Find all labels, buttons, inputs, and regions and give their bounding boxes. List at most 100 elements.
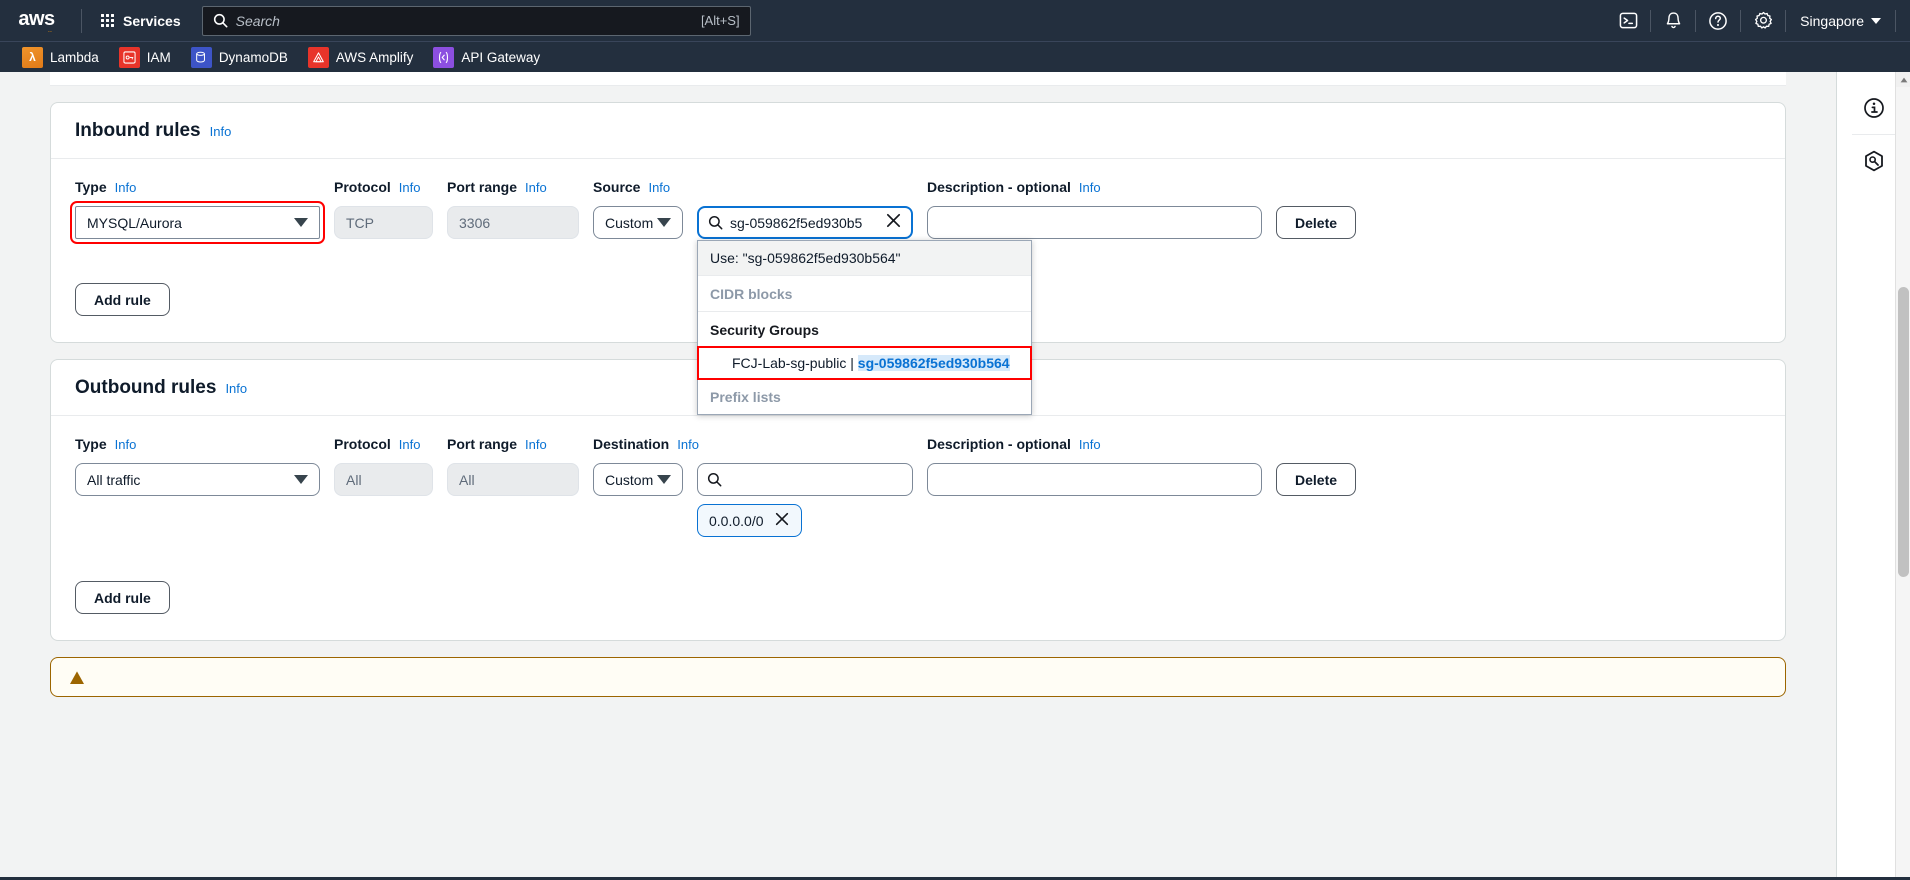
inbound-rules-info-link[interactable]: Info	[210, 124, 232, 139]
outbound-protocol-value: All	[346, 471, 362, 488]
column-label: Description - optional	[927, 179, 1071, 195]
outbound-type-select[interactable]: All traffic	[75, 463, 320, 496]
inbound-source-search-input[interactable]: sg-059862f5ed930b5	[697, 206, 913, 239]
outbound-description-input[interactable]	[927, 463, 1262, 496]
inbound-col-port-range: Port range Info	[447, 179, 579, 206]
inbound-port-range-field: 3306	[447, 206, 579, 239]
security-group-separator: |	[850, 355, 854, 371]
scrollbar-thumb[interactable]	[1898, 287, 1909, 577]
outbound-col-description: Description - optional Info	[927, 436, 1262, 463]
region-selector[interactable]: Singapore	[1786, 0, 1895, 41]
previous-card-clipped	[50, 72, 1786, 86]
aws-logo[interactable]: aws	[14, 6, 59, 36]
search-icon	[708, 215, 723, 230]
outbound-col-protocol: Protocol Info	[334, 436, 433, 463]
protocol-info-link[interactable]: Info	[399, 180, 421, 195]
nav-right-group: Singapore	[1606, 0, 1896, 41]
shortcut-label: API Gateway	[461, 49, 541, 65]
column-label: Protocol	[334, 179, 391, 195]
inbound-type-select[interactable]: MYSQL/Aurora	[70, 201, 325, 244]
outbound-col-type: Type Info	[75, 436, 320, 463]
shortcut-dynamodb[interactable]: DynamoDB	[183, 44, 296, 71]
dropdown-item-security-group[interactable]: FCJ-Lab-sg-public | sg-059862f5ed930b564	[697, 346, 1032, 380]
inbound-rules-title: Inbound rules	[75, 120, 201, 141]
remove-token-icon[interactable]	[774, 511, 790, 530]
chevron-down-icon	[657, 475, 671, 484]
search-shortcut-hint: [Alt+S]	[700, 13, 740, 28]
source-autocomplete-dropdown: Use: "sg-059862f5ed930b564" CIDR blocks …	[697, 240, 1032, 415]
amplify-icon	[307, 46, 329, 68]
inbound-protocol-field: TCP	[334, 206, 433, 239]
shortcut-lambda[interactable]: λ Lambda	[14, 44, 107, 71]
clear-icon[interactable]	[885, 212, 902, 234]
inbound-protocol-value: TCP	[346, 214, 374, 231]
description-info-link[interactable]: Info	[1079, 180, 1101, 195]
shortcut-panel-icon[interactable]	[1854, 141, 1894, 181]
outbound-col-port-range: Port range Info	[447, 436, 579, 463]
inbound-delete-cell: Delete	[1276, 206, 1761, 239]
column-label: Destination	[593, 436, 670, 452]
type-info-link[interactable]: Info	[115, 180, 137, 195]
inbound-col-source: Source Info	[593, 179, 913, 206]
type-info-link[interactable]: Info	[115, 437, 137, 452]
help-icon[interactable]	[1696, 0, 1740, 41]
destination-token-chip: 0.0.0.0/0	[697, 504, 802, 537]
service-shortcut-bar: λ Lambda IAM DynamoDB AWS Amplify API Ga…	[0, 41, 1910, 72]
global-search-placeholder: Search	[235, 12, 280, 29]
outbound-port-range-field: All	[447, 463, 579, 496]
nav-separator	[1895, 9, 1896, 32]
scroll-up-arrow[interactable]	[1896, 72, 1910, 87]
shortcut-iam[interactable]: IAM	[111, 44, 179, 71]
info-panel-icon[interactable]	[1854, 88, 1894, 128]
outbound-add-rule-button[interactable]: Add rule	[75, 581, 170, 614]
inbound-add-rule-button[interactable]: Add rule	[75, 283, 170, 316]
inbound-description-input[interactable]	[927, 206, 1262, 239]
dropdown-group-prefix-lists: Prefix lists	[710, 389, 781, 405]
outbound-destination-search-input[interactable]	[697, 463, 913, 496]
outbound-type-value: All traffic	[87, 471, 141, 488]
destination-info-link[interactable]: Info	[677, 437, 699, 452]
iam-icon	[118, 46, 140, 68]
inbound-delete-button[interactable]: Delete	[1276, 206, 1357, 239]
inbound-rules-header: Inbound rules Info	[51, 103, 1785, 159]
inbound-rules-grid: Type Info Protocol Info Port range Info …	[70, 179, 1761, 415]
source-info-link[interactable]: Info	[648, 180, 670, 195]
description-info-link[interactable]: Info	[1079, 437, 1101, 452]
dropdown-group-cidr-blocks: CIDR blocks	[710, 286, 793, 302]
inbound-source-value: sg-059862f5ed930b5	[730, 214, 863, 231]
port-range-info-link[interactable]: Info	[525, 180, 547, 195]
inbound-rules-body: Type Info Protocol Info Port range Info …	[51, 159, 1785, 415]
top-navigation-bar: aws Services Search [Alt+S] Singapore	[0, 0, 1910, 41]
services-menu-button[interactable]: Services	[92, 7, 190, 35]
inbound-col-protocol: Protocol Info	[334, 179, 433, 206]
shortcut-aws-amplify[interactable]: AWS Amplify	[300, 44, 422, 71]
column-label: Port range	[447, 179, 518, 195]
column-label: Description - optional	[927, 436, 1071, 452]
notifications-icon[interactable]	[1651, 0, 1695, 41]
search-icon	[707, 472, 722, 487]
region-label: Singapore	[1800, 12, 1864, 29]
shortcut-label: Lambda	[50, 49, 99, 65]
shortcut-api-gateway[interactable]: API Gateway	[425, 44, 548, 71]
dropdown-use-option[interactable]: Use: "sg-059862f5ed930b564"	[698, 241, 1031, 276]
global-search-input[interactable]: Search [Alt+S]	[201, 5, 751, 36]
outbound-rules-title: Outbound rules	[75, 377, 217, 398]
page-scrollbar[interactable]	[1895, 72, 1910, 880]
inbound-col-type: Type Info	[75, 179, 320, 206]
api-gateway-icon	[433, 46, 455, 68]
warning-banner	[50, 657, 1786, 697]
column-label: Type	[75, 179, 107, 195]
protocol-info-link[interactable]: Info	[399, 437, 421, 452]
security-group-name: FCJ-Lab-sg-public	[732, 355, 847, 371]
outbound-destination-kind-select[interactable]: Custom	[593, 463, 683, 496]
outbound-rules-info-link[interactable]: Info	[225, 381, 247, 396]
inbound-col-description: Description - optional Info	[927, 179, 1262, 206]
outbound-delete-button[interactable]: Delete	[1276, 463, 1357, 496]
settings-icon[interactable]	[1741, 0, 1785, 41]
inbound-source-kind-select[interactable]: Custom	[593, 206, 683, 239]
cloudshell-icon[interactable]	[1606, 0, 1650, 41]
port-range-info-link[interactable]: Info	[525, 437, 547, 452]
destination-token-label: 0.0.0.0/0	[709, 512, 764, 529]
outbound-port-range-value: All	[459, 471, 475, 488]
outbound-delete-cell: Delete	[1276, 463, 1761, 496]
